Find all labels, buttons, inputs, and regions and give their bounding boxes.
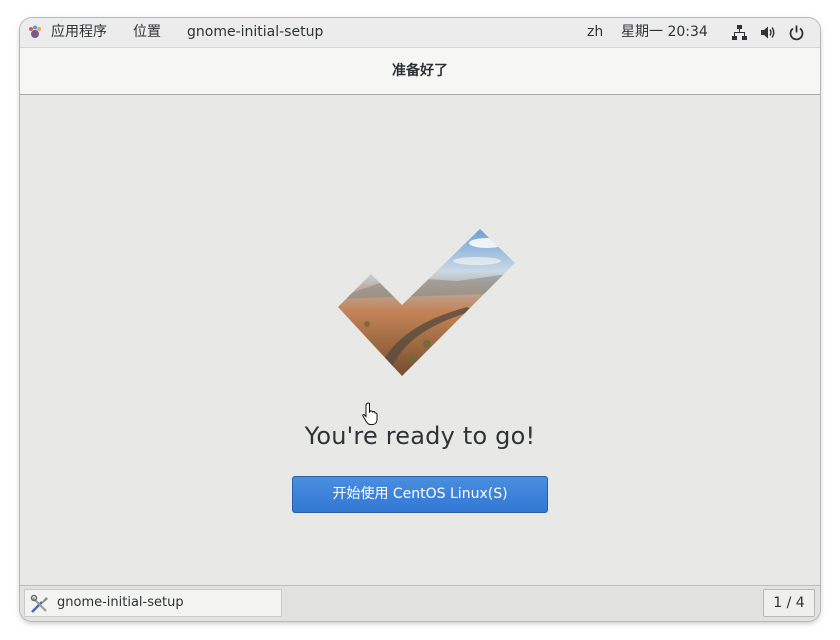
checkmark-landscape-icon: [338, 229, 515, 376]
applications-menu[interactable]: 应用程序: [51, 18, 107, 47]
header-bar: 准备好了: [20, 48, 820, 95]
start-using-button[interactable]: 开始使用 CentOS Linux(S): [292, 476, 548, 513]
active-app-menu[interactable]: gnome-initial-setup: [187, 18, 323, 47]
ready-heading: You're ready to go!: [304, 422, 536, 450]
gnome-foot-icon: [29, 25, 41, 38]
clock[interactable]: 星期一 20:34: [621, 18, 708, 47]
page-title: 准备好了: [392, 63, 448, 79]
desktop-screen: 应用程序 位置 gnome-initial-setup zh 星期一 20:34…: [20, 18, 820, 621]
bottom-panel: gnome-initial-setup 1 / 4: [20, 585, 820, 621]
network-wired-icon[interactable]: [731, 24, 748, 41]
workspace-indicator[interactable]: 1 / 4: [763, 589, 815, 617]
hand-pointer-icon: [362, 402, 378, 425]
top-panel: 应用程序 位置 gnome-initial-setup zh 星期一 20:34: [20, 18, 820, 48]
taskbar-window-button[interactable]: gnome-initial-setup: [24, 589, 282, 617]
main-content: You're ready to go! 开始使用 CentOS Linux(S): [20, 95, 820, 585]
taskbar-window-label: gnome-initial-setup: [57, 595, 184, 610]
setup-tools-icon: [30, 594, 48, 613]
places-menu[interactable]: 位置: [133, 18, 161, 47]
speaker-volume-icon[interactable]: [759, 24, 776, 41]
input-method-indicator[interactable]: zh: [587, 18, 603, 47]
power-icon[interactable]: [788, 24, 805, 41]
